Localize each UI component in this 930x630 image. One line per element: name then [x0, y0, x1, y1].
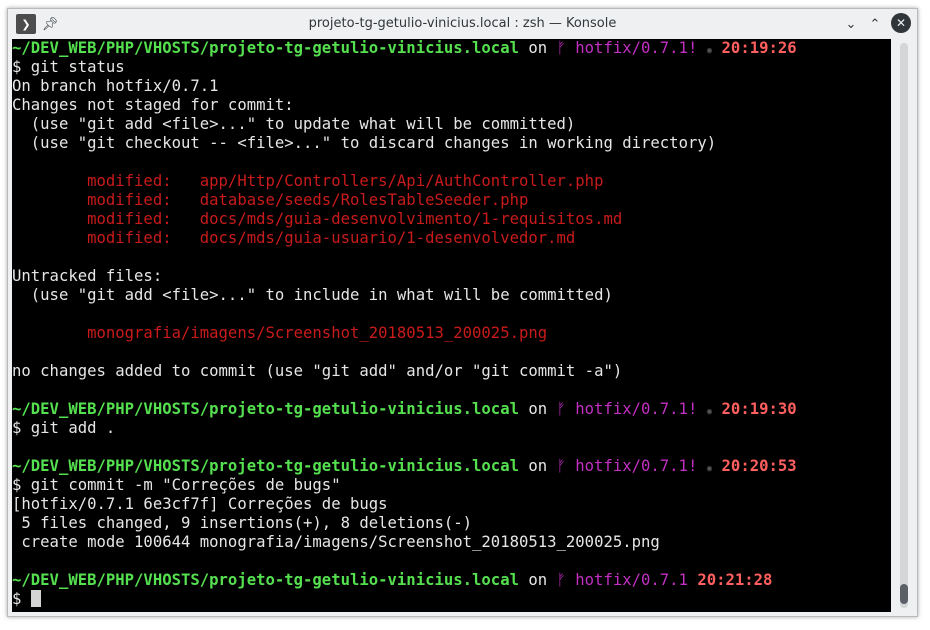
prompt-branch: hotfix/0.7.1! [575, 400, 698, 418]
prompt-path: ~/DEV_WEB/PHP/VHOSTS/projeto-tg-getulio-… [12, 457, 519, 475]
prompt-time: 20:19:30 [721, 400, 797, 418]
command-line: $ git add . [12, 419, 116, 437]
prompt-on: on [528, 400, 548, 418]
prompt-on: on [528, 457, 548, 475]
output-line: (use "git add <file>..." to update what … [12, 115, 576, 133]
input-line[interactable]: $ [12, 590, 891, 609]
modified-file-line: modified: docs/mds/guia-desenvolvimento/… [12, 210, 623, 228]
prompt-time: 20:19:26 [721, 39, 797, 57]
prompt-time: 20:20:53 [721, 457, 797, 475]
minimize-button[interactable]: ⌄ [841, 14, 861, 34]
prompt-line: ~/DEV_WEB/PHP/VHOSTS/projeto-tg-getulio-… [12, 400, 891, 419]
prompt-branch: hotfix/0.7.1! [575, 457, 698, 475]
chevron-down-icon: ⌄ [845, 16, 857, 32]
modified-file-line: modified: docs/mds/guia-usuario/1-desenv… [12, 229, 576, 247]
vertical-scrollbar[interactable] [893, 39, 915, 612]
status-dot-icon: ◉ [706, 46, 713, 56]
command-prompt: $ [12, 590, 31, 608]
branch-icon: ᚠ [556, 39, 566, 57]
modified-file-line: modified: database/seeds/RolesTableSeede… [12, 191, 529, 209]
output-line: (use "git add <file>..." to include in w… [12, 286, 613, 304]
scrollbar-track[interactable] [900, 43, 908, 608]
prompt-branch: hotfix/0.7.1 [575, 571, 688, 589]
command-line: $ git commit -m "Correções de bugs" [12, 476, 341, 494]
output-line: (use "git checkout -- <file>..." to disc… [12, 134, 717, 152]
maximize-button[interactable]: ⌃ [865, 14, 885, 34]
scrollbar-thumb[interactable] [900, 584, 908, 604]
prompt-line: ~/DEV_WEB/PHP/VHOSTS/projeto-tg-getulio-… [12, 571, 891, 590]
close-icon: ✕ [895, 16, 907, 30]
chevron-up-icon: ⌃ [869, 16, 881, 32]
output-line: create mode 100644 monografia/imagens/Sc… [12, 533, 660, 551]
prompt-branch: hotfix/0.7.1! [575, 39, 698, 57]
output-line: Untracked files: [12, 267, 163, 285]
terminal-view[interactable]: ~/DEV_WEB/PHP/VHOSTS/projeto-tg-getulio-… [12, 39, 891, 612]
prompt-on: on [528, 39, 548, 57]
output-line: [hotfix/0.7.1 6e3cf7f] Correções de bugs [12, 495, 388, 513]
status-dot-icon: ◉ [706, 464, 713, 474]
branch-icon: ᚠ [556, 457, 566, 475]
window-title: projeto-tg-getulio-vinicius.local : zsh … [308, 16, 617, 31]
prompt-line: ~/DEV_WEB/PHP/VHOSTS/projeto-tg-getulio-… [12, 39, 891, 58]
prompt-time: 20:21:28 [697, 571, 773, 589]
konsole-window: ❯ 📌︎ projeto-tg-getulio-vinicius.local :… [7, 8, 918, 617]
prompt-path: ~/DEV_WEB/PHP/VHOSTS/projeto-tg-getulio-… [12, 39, 519, 57]
output-line: no changes added to commit (use "git add… [12, 362, 623, 380]
prompt-path: ~/DEV_WEB/PHP/VHOSTS/projeto-tg-getulio-… [12, 571, 519, 589]
status-dot-icon: ◉ [706, 407, 713, 417]
modified-file-line: modified: app/Http/Controllers/Api/AuthC… [12, 172, 604, 190]
text-cursor [30, 590, 41, 607]
untracked-file-line: monografia/imagens/Screenshot_20180513_2… [12, 324, 548, 342]
output-line: 5 files changed, 9 insertions(+), 8 dele… [12, 514, 473, 532]
branch-icon: ᚠ [556, 571, 566, 589]
output-line: Changes not staged for commit: [12, 96, 294, 114]
title-bar[interactable]: ❯ 📌︎ projeto-tg-getulio-vinicius.local :… [8, 9, 917, 39]
prompt-line: ~/DEV_WEB/PHP/VHOSTS/projeto-tg-getulio-… [12, 457, 891, 476]
close-button[interactable]: ✕ [891, 13, 911, 33]
branch-icon: ᚠ [556, 400, 566, 418]
command-line: $ git status [12, 58, 125, 76]
prompt-path: ~/DEV_WEB/PHP/VHOSTS/projeto-tg-getulio-… [12, 400, 519, 418]
output-line: On branch hotfix/0.7.1 [12, 77, 219, 95]
prompt-on: on [528, 571, 548, 589]
